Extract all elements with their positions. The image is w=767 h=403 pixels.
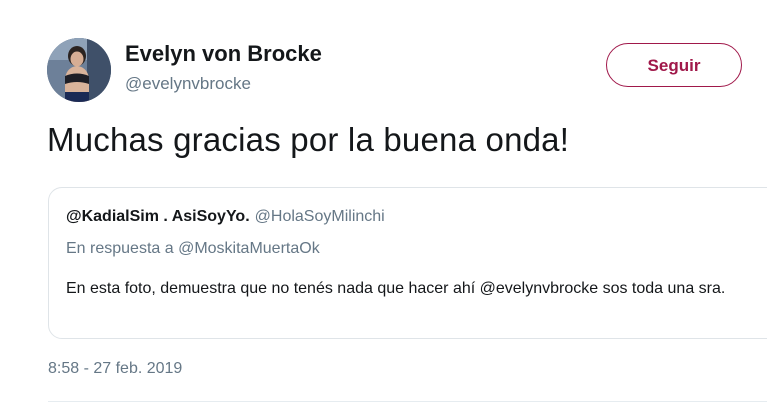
- tweet-timestamp[interactable]: 8:58 - 27 feb. 2019: [48, 360, 182, 378]
- divider: [48, 401, 767, 402]
- reply-to-line: En respuesta a @MoskitaMuertaOk: [66, 240, 320, 258]
- author-display-name[interactable]: Evelyn von Brocke: [125, 41, 322, 67]
- quoted-author-handle[interactable]: @HolaSoyMilinchi: [255, 208, 385, 225]
- reply-to-prefix: En respuesta a: [66, 240, 174, 257]
- follow-button[interactable]: Seguir: [606, 43, 742, 87]
- quoted-tweet-text: En esta foto, demuestra que no tenés nad…: [66, 280, 726, 297]
- quoted-tweet[interactable]: @KadialSim . AsiSoyYo. @HolaSoyMilinchi E…: [48, 187, 767, 339]
- tweet-card: Evelyn von Brocke @evelynvbrocke Seguir …: [0, 0, 767, 403]
- quoted-author-name[interactable]: @KadialSim . AsiSoyYo.: [66, 208, 250, 225]
- author-handle[interactable]: @evelynvbrocke: [125, 74, 251, 94]
- tweet-text: Muchas gracias por la buena onda!: [47, 121, 570, 158]
- reply-to-handle-link[interactable]: @MoskitaMuertaOk: [178, 240, 320, 257]
- quoted-tweet-author: @KadialSim . AsiSoyYo. @HolaSoyMilinchi: [66, 208, 385, 226]
- profile-photo-icon: [47, 38, 111, 102]
- author-avatar[interactable]: [47, 38, 111, 102]
